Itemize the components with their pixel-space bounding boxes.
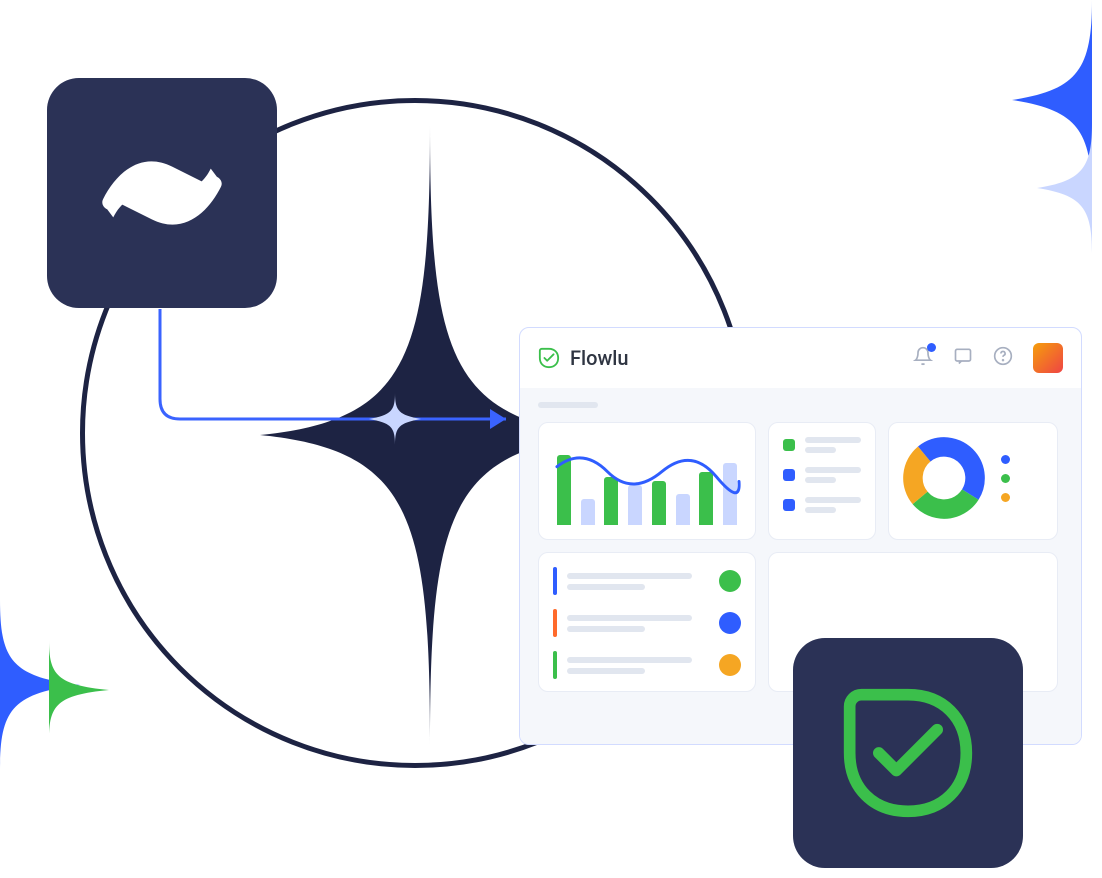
bullet-list-card[interactable] [768, 422, 876, 540]
list-item[interactable] [783, 437, 861, 453]
flowlu-check-icon [838, 683, 978, 823]
chat-icon[interactable] [953, 346, 973, 370]
accent-bar [553, 651, 557, 679]
list-item[interactable] [553, 609, 741, 637]
decorative-star-small [369, 393, 421, 445]
person-avatar[interactable] [719, 570, 741, 592]
combo-chart [553, 437, 741, 525]
notifications-icon[interactable] [913, 346, 933, 370]
user-avatar[interactable] [1033, 343, 1063, 373]
people-list-card[interactable] [538, 552, 756, 692]
brand-name: Flowlu [570, 346, 629, 370]
accent-bar [553, 609, 557, 637]
list-item[interactable] [553, 567, 741, 595]
person-avatar[interactable] [719, 654, 741, 676]
flowlu-logo-icon [538, 347, 560, 369]
donut-legend [1001, 455, 1010, 502]
person-avatar[interactable] [719, 612, 741, 634]
accent-bar [553, 567, 557, 595]
decorative-shape-bl-green [49, 640, 109, 740]
list-item[interactable] [783, 467, 861, 483]
list-item[interactable] [783, 497, 861, 513]
legend-dot [1001, 493, 1010, 502]
breadcrumb-placeholder [538, 402, 598, 408]
donut-chart [903, 437, 985, 519]
confluence-icon [97, 128, 227, 258]
legend-dot [1001, 474, 1010, 483]
decorative-shape-tr-light [1022, 123, 1092, 253]
bullet-icon [783, 499, 795, 511]
confluence-tile [47, 78, 277, 308]
legend-dot [1001, 455, 1010, 464]
list-item[interactable] [553, 651, 741, 679]
chart-card-combo[interactable] [538, 422, 756, 540]
help-icon[interactable] [993, 346, 1013, 370]
bullet-icon [783, 439, 795, 451]
app-header: Flowlu [520, 328, 1081, 388]
bullet-icon [783, 469, 795, 481]
flowlu-tile [793, 638, 1023, 868]
donut-card[interactable] [888, 422, 1058, 540]
